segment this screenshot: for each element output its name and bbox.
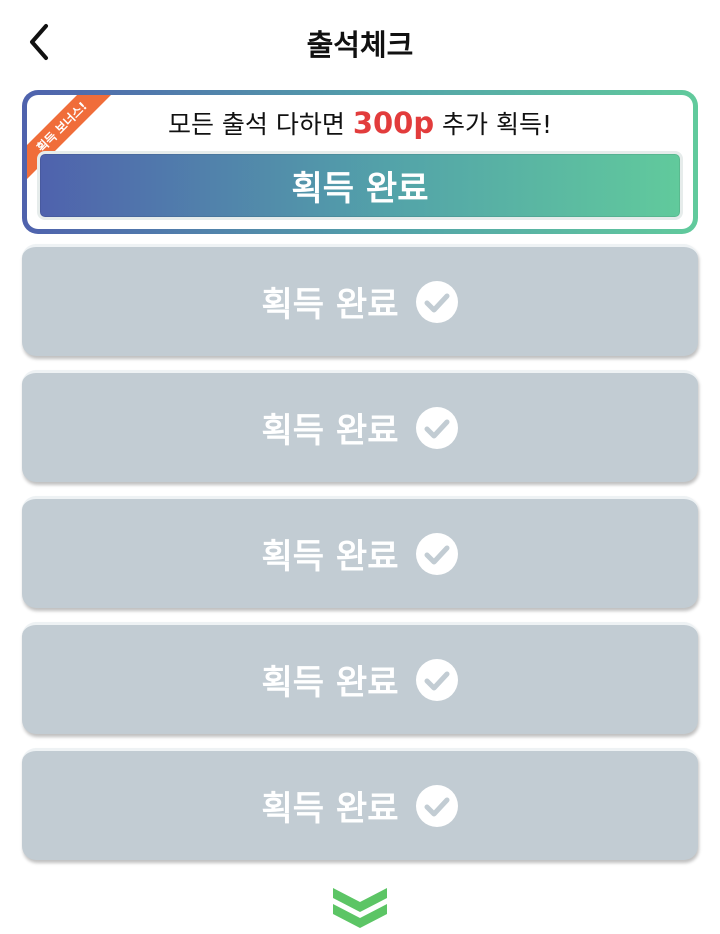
show-more-button[interactable] bbox=[331, 884, 389, 930]
app-header: 출석체크 bbox=[0, 0, 720, 84]
bonus-text-before: 모든 출석 다하면 bbox=[167, 110, 353, 139]
bonus-text-after: 추가 획득! bbox=[434, 110, 553, 139]
check-circle-icon bbox=[416, 532, 459, 575]
bonus-card-inner: 획득 보너스! 모든 출석 다하면 300p 추가 획득! 획득 완료 bbox=[27, 95, 693, 229]
claim-row[interactable]: 획득 완료 bbox=[22, 748, 698, 860]
claim-row[interactable]: 획득 완료 bbox=[22, 496, 698, 608]
bonus-claim-button[interactable]: 획득 완료 bbox=[37, 151, 683, 220]
claim-row-label: 획득 완료 bbox=[261, 789, 399, 829]
check-circle-icon bbox=[416, 406, 459, 449]
double-chevron-down-icon bbox=[333, 888, 387, 928]
bonus-card: 획득 보너스! 모든 출석 다하면 300p 추가 획득! 획득 완료 bbox=[22, 90, 698, 234]
claim-row[interactable]: 획득 완료 bbox=[22, 370, 698, 482]
check-circle-icon bbox=[416, 658, 459, 701]
claim-row-label: 획득 완료 bbox=[261, 537, 399, 577]
bonus-description: 모든 출석 다하면 300p 추가 획득! bbox=[27, 105, 693, 141]
check-circle-icon bbox=[416, 280, 459, 323]
claim-row[interactable]: 획득 완료 bbox=[22, 244, 698, 356]
claim-row-label: 획득 완료 bbox=[261, 285, 399, 325]
claim-row-label: 획득 완료 bbox=[261, 411, 399, 451]
claim-row[interactable]: 획득 완료 bbox=[22, 622, 698, 734]
page-title: 출석체크 bbox=[306, 28, 414, 62]
check-circle-icon bbox=[416, 784, 459, 827]
claim-row-label: 획득 완료 bbox=[261, 663, 399, 703]
bonus-amount: 300p bbox=[352, 106, 435, 140]
